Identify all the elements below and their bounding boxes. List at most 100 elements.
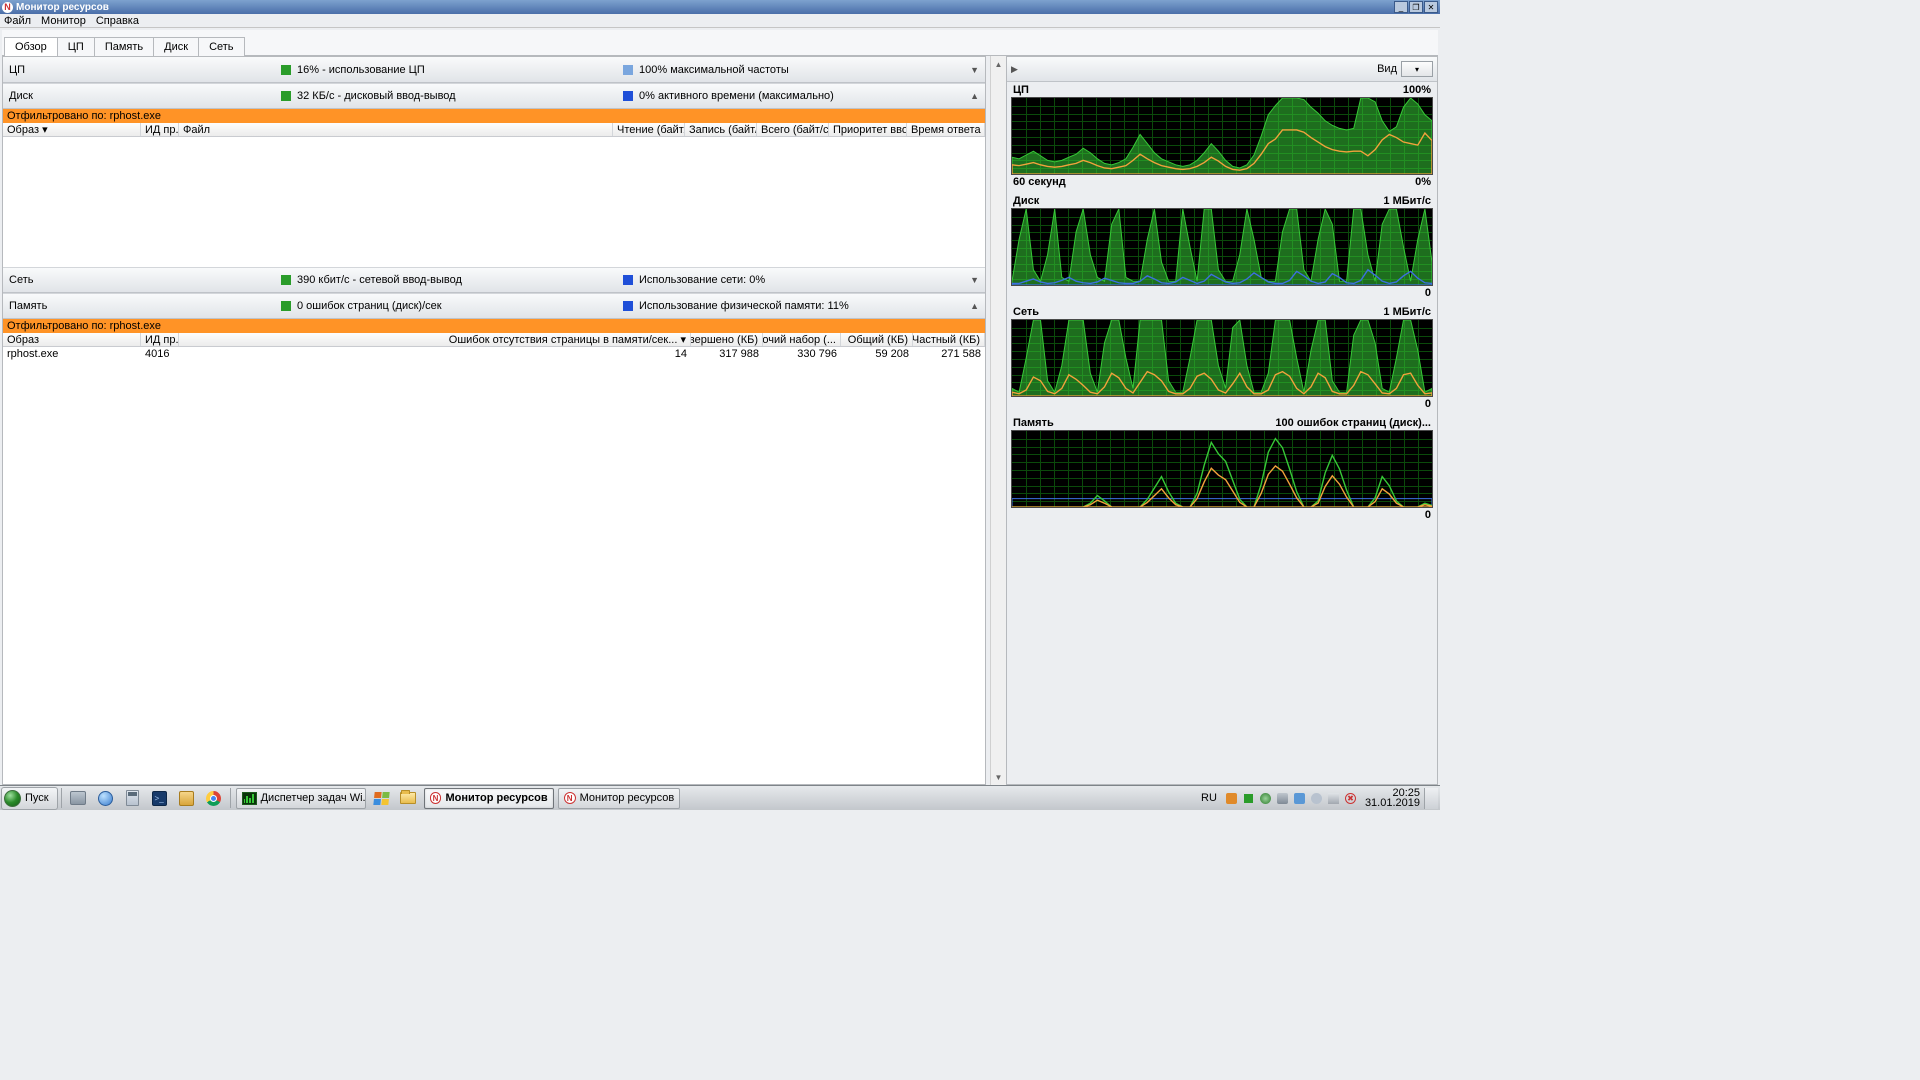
- app-icon: N: [2, 2, 13, 13]
- tray-icon[interactable]: [1327, 792, 1340, 805]
- tray-icon[interactable]: [1259, 792, 1272, 805]
- tabstrip: Обзор ЦП Память Диск Сеть: [2, 30, 1438, 56]
- ql-ie[interactable]: [94, 788, 117, 808]
- net-io-text: 390 кбит/c - сетевой ввод-вывод: [297, 274, 462, 286]
- section-cpu-header[interactable]: ЦП 16% - использование ЦП 100% максималь…: [3, 57, 985, 83]
- ql-chrome[interactable]: [202, 788, 225, 808]
- ql-snip[interactable]: [175, 788, 198, 808]
- ql-windows[interactable]: [370, 788, 393, 808]
- play-icon[interactable]: ▶: [1011, 64, 1018, 75]
- cell-image: rphost.exe: [3, 348, 141, 360]
- window-title: Монитор ресурсов: [16, 2, 1393, 13]
- tray-icon[interactable]: [1310, 792, 1323, 805]
- col-image[interactable]: Образ ▾: [3, 123, 141, 136]
- ql-printer[interactable]: [67, 788, 90, 808]
- graph-net-max: 1 МБит/c: [1383, 306, 1431, 318]
- col-file[interactable]: Файл: [179, 123, 613, 136]
- mcol-shared[interactable]: Общий (КБ): [841, 333, 913, 346]
- chevron-up-icon[interactable]: ▲: [970, 301, 979, 311]
- col-resp[interactable]: Время ответа (мс): [907, 123, 985, 136]
- ql-calc[interactable]: [121, 788, 144, 808]
- section-mem-header[interactable]: Память 0 ошибок страниц (диск)/сек Испол…: [3, 293, 985, 319]
- scroll-down-icon[interactable]: ▼: [991, 769, 1006, 785]
- tab-overview[interactable]: Обзор: [4, 37, 58, 56]
- taskbar-task-resmon-2[interactable]: N Монитор ресурсов: [558, 788, 681, 809]
- graph-net: Сеть 1 МБит/c 0: [1007, 304, 1437, 415]
- taskbar-task-resmon-1[interactable]: N Монитор ресурсов: [424, 788, 554, 809]
- cpu-freq-swatch: [623, 65, 633, 75]
- section-disk-header[interactable]: Диск 32 КБ/c - дисковый ввод-вывод 0% ак…: [3, 83, 985, 109]
- disk-filter-bar: Отфильтровано по: rphost.exe: [3, 109, 985, 123]
- graph-net-title: Сеть: [1013, 306, 1039, 318]
- disk-io-swatch: [281, 91, 291, 101]
- tray-icon[interactable]: ✖: [1344, 792, 1357, 805]
- col-total[interactable]: Всего (байт/с): [757, 123, 829, 136]
- start-button[interactable]: Пуск: [1, 787, 58, 810]
- cell-hard: 14: [179, 348, 691, 360]
- chevron-down-icon[interactable]: ▼: [970, 275, 979, 285]
- chevron-up-icon[interactable]: ▲: [970, 91, 979, 101]
- graph-net-canvas: [1011, 319, 1433, 397]
- cell-pid: 4016: [141, 348, 179, 360]
- mcol-commit[interactable]: Завершено (КБ): [691, 333, 763, 346]
- cell-private: 271 588: [913, 348, 985, 360]
- cell-commit: 317 988: [691, 348, 763, 360]
- mem-faults-swatch: [281, 301, 291, 311]
- mem-filter-text: Отфильтровано по: rphost.exe: [7, 320, 161, 332]
- disk-columns: Образ ▾ ИД пр... Файл Чтение (байт/с) За…: [3, 123, 985, 137]
- mem-columns: Образ ИД пр... Ошибок отсутствия страниц…: [3, 333, 985, 347]
- tray-icon[interactable]: [1242, 792, 1255, 805]
- mcol-image[interactable]: Образ: [3, 333, 141, 346]
- graph-disk-max: 1 МБит/c: [1383, 195, 1431, 207]
- tray-icon[interactable]: [1276, 792, 1289, 805]
- mcol-private[interactable]: Частный (КБ): [913, 333, 985, 346]
- menu-help[interactable]: Справка: [96, 15, 139, 27]
- mem-row-rphost[interactable]: rphost.exe 4016 14 317 988 330 796 59 20…: [3, 347, 985, 361]
- show-desktop-button[interactable]: [1424, 788, 1438, 809]
- graph-disk: Диск1 МБит/c 0: [1007, 193, 1437, 304]
- close-button[interactable]: ✕: [1424, 1, 1438, 13]
- graph-panel: ▶ Вид ▾ ЦП100% 60 секунд0% Диск1 МБит/c …: [1006, 56, 1438, 785]
- start-label: Пуск: [25, 792, 49, 804]
- col-read[interactable]: Чтение (байт/с): [613, 123, 685, 136]
- tab-memory[interactable]: Память: [94, 37, 154, 56]
- section-net-header[interactable]: Сеть 390 кбит/c - сетевой ввод-вывод Исп…: [3, 267, 985, 293]
- tab-network[interactable]: Сеть: [198, 37, 244, 56]
- col-write[interactable]: Запись (байт/с): [685, 123, 757, 136]
- mem-use-swatch: [623, 301, 633, 311]
- col-prio[interactable]: Приоритет ввод...: [829, 123, 907, 136]
- cell-shared: 59 208: [841, 348, 913, 360]
- graph-net-min: 0: [1425, 398, 1431, 410]
- clock-date: 31.01.2019: [1365, 798, 1420, 808]
- left-scrollbar[interactable]: ▲ ▼: [990, 56, 1006, 785]
- menu-file[interactable]: Файл: [4, 15, 31, 27]
- menu-monitor[interactable]: Монитор: [41, 15, 86, 27]
- tray-clock[interactable]: 20:25 31.01.2019: [1365, 788, 1420, 808]
- taskbar-task-taskmgr[interactable]: Диспетчер задач Wi...: [236, 788, 366, 809]
- col-pid[interactable]: ИД пр...: [141, 123, 179, 136]
- mcol-hard[interactable]: Ошибок отсутствия страницы в памяти/сек.…: [179, 333, 691, 346]
- tab-disk[interactable]: Диск: [153, 37, 199, 56]
- view-label: Вид: [1377, 63, 1397, 75]
- view-dropdown[interactable]: ▾: [1401, 61, 1433, 77]
- section-cpu-title: ЦП: [9, 64, 279, 76]
- maximize-button[interactable]: ❐: [1409, 1, 1423, 13]
- tab-cpu[interactable]: ЦП: [57, 37, 95, 56]
- minimize-button[interactable]: _: [1394, 1, 1408, 13]
- scroll-up-icon[interactable]: ▲: [991, 56, 1006, 72]
- disk-table-body: [3, 137, 985, 267]
- ql-explorer[interactable]: [397, 788, 420, 808]
- graph-mem-min: 0: [1425, 509, 1431, 521]
- graph-cpu-max: 100%: [1403, 84, 1431, 96]
- mem-table-body: [3, 361, 985, 784]
- mcol-pid[interactable]: ИД пр...: [141, 333, 179, 346]
- lang-indicator[interactable]: RU: [1201, 792, 1217, 804]
- chevron-down-icon[interactable]: ▼: [970, 65, 979, 75]
- mcol-ws[interactable]: Рабочий набор (...: [763, 333, 841, 346]
- ql-powershell[interactable]: >_: [148, 788, 171, 808]
- task-taskmgr-label: Диспетчер задач Wi...: [261, 792, 366, 804]
- tray-icon[interactable]: [1225, 792, 1238, 805]
- tray-icon[interactable]: [1293, 792, 1306, 805]
- section-disk-title: Диск: [9, 90, 279, 102]
- mem-faults-text: 0 ошибок страниц (диск)/сек: [297, 300, 442, 312]
